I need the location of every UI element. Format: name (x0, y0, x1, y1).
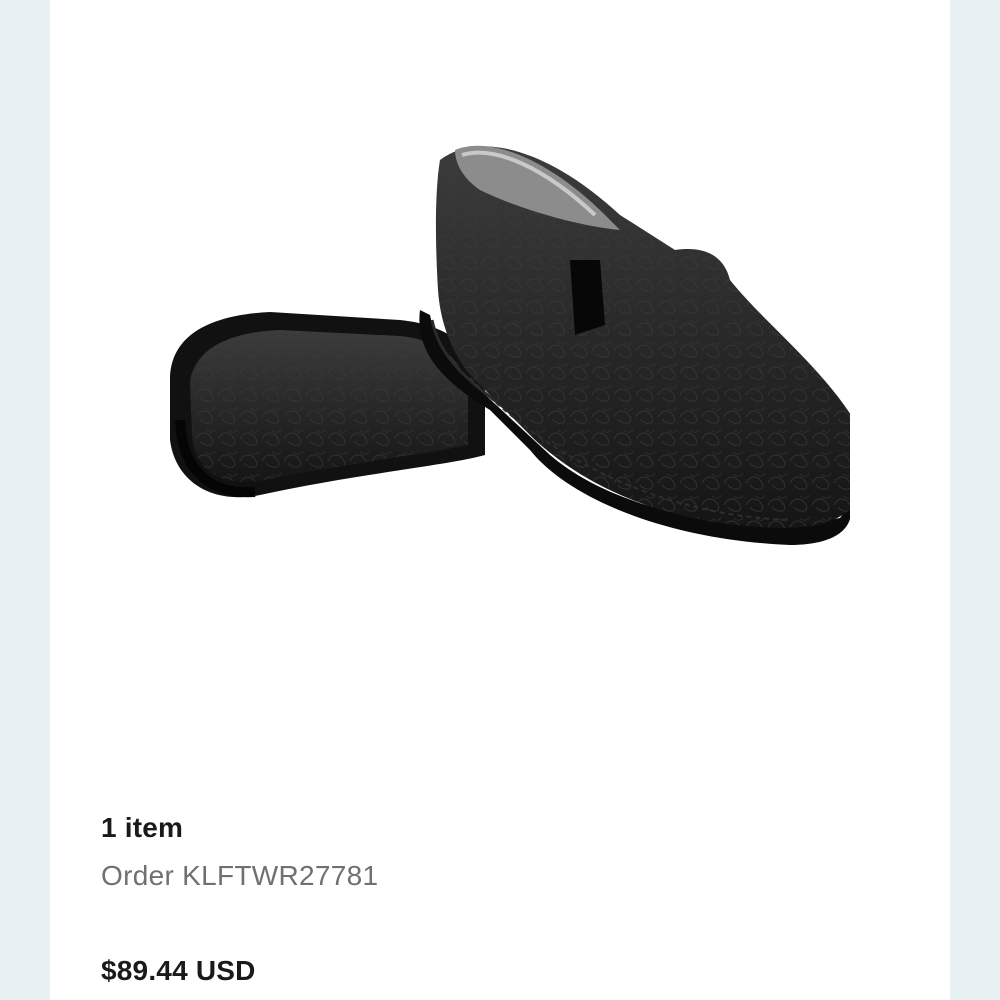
front-shoe-shape (419, 145, 850, 545)
order-number-label: Order KLFTWR27781 (101, 860, 379, 891)
shoe-icon (170, 145, 850, 545)
right-margin-panel (950, 0, 1000, 1000)
product-image[interactable] (150, 120, 850, 590)
item-count-label: 1 item (101, 812, 184, 843)
order-summary-card: 1 item Order KLFTWR27781 $89.44 USD (50, 0, 950, 1000)
left-margin-panel (0, 0, 50, 1000)
order-total-price: $89.44 USD (101, 955, 256, 986)
